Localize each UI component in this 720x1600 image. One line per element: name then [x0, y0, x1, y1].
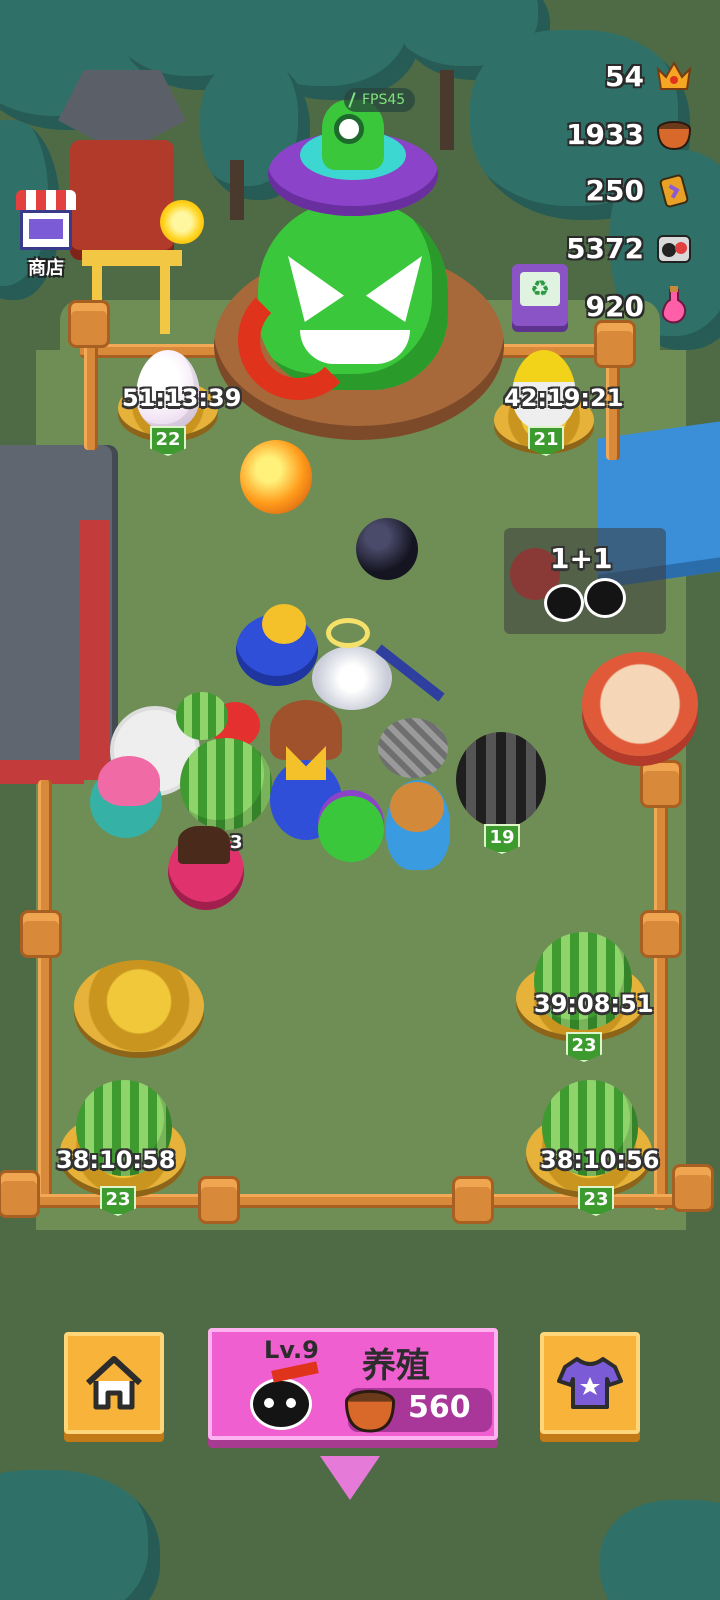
shop-label: 商店 [28, 258, 64, 279]
merge-hint-label: 1+1 [550, 542, 613, 575]
food-bowl-icon [342, 1384, 398, 1438]
crown-icon [654, 56, 694, 96]
breed-button[interactable]: Lv.9 养殖 560 [208, 1328, 498, 1440]
love-potion-icon [654, 286, 694, 326]
potion-can-icon [654, 170, 694, 210]
merge-hint-panel[interactable]: 1+1 [504, 528, 666, 634]
home-icon [85, 1356, 143, 1410]
resource-potion-can: 250 [586, 170, 694, 210]
crown-count: 54 [605, 59, 644, 93]
nest-timer: 42:19:21 [504, 384, 624, 412]
striped-ball-pet[interactable] [456, 732, 546, 828]
recycle-icon: ♻ [520, 272, 560, 306]
nest-timer: 39:08:51 [534, 990, 654, 1018]
bomb-pair-icon [544, 578, 628, 624]
breed-title: 养殖 [362, 1346, 430, 1386]
wardrobe-button[interactable] [540, 1332, 640, 1434]
breed-level: Lv.9 [264, 1336, 319, 1364]
breed-cost: 560 [408, 1390, 471, 1425]
nest-timer: 38:10:56 [540, 1146, 660, 1174]
breed-pet-icon [246, 1361, 319, 1432]
pie-decoration [582, 652, 698, 756]
resource-bombs: 5372 [566, 228, 694, 268]
ufo-pet[interactable] [318, 796, 384, 862]
black-bomb-pet[interactable] [356, 518, 418, 580]
pink-flower-icon [98, 756, 160, 806]
tshirt-icon [557, 1357, 623, 1409]
food-count: 1933 [566, 117, 644, 151]
food-bowl-icon [654, 114, 694, 154]
shop-button[interactable]: 商店 [10, 190, 82, 280]
stone-pet[interactable] [378, 718, 448, 778]
recycle-bin[interactable]: ♻ [512, 264, 568, 326]
resource-love-potion: 920 [586, 286, 694, 326]
resource-food: 1933 [566, 114, 694, 154]
pet-level-partial: 3 [230, 832, 243, 853]
bomb-count: 5372 [566, 231, 644, 265]
potion-can-count: 250 [585, 173, 644, 207]
resource-crowns: 54 [605, 56, 694, 96]
collapse-arrow[interactable] [320, 1456, 380, 1500]
love-potion-count: 920 [585, 289, 644, 323]
breed-cost-box: 560 [345, 1388, 492, 1433]
shop-icon [16, 190, 76, 252]
nest-timer: 51:13:39 [122, 384, 242, 412]
home-button[interactable] [64, 1332, 164, 1434]
bomb-pair-icon [654, 228, 694, 268]
nest-timer: 38:10:58 [56, 1146, 176, 1174]
watermelon-pet[interactable] [180, 738, 272, 830]
fps-counter: FPS45 [344, 88, 416, 112]
acorn-crown-pet[interactable] [270, 700, 342, 760]
